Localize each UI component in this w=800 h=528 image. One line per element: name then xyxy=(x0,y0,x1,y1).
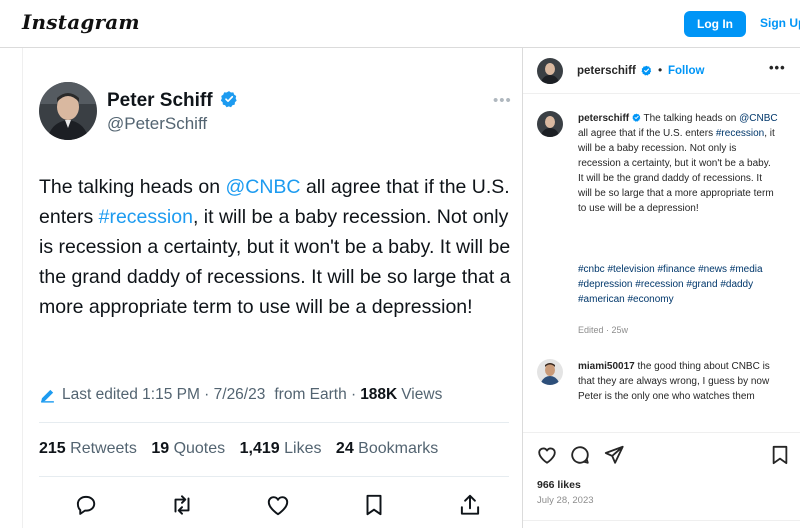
save-icon[interactable] xyxy=(770,444,790,466)
signup-link[interactable]: Sign Up xyxy=(760,16,800,30)
divider xyxy=(39,476,509,477)
comment-fade xyxy=(578,421,788,431)
caption-hashtags[interactable]: #cnbc #television #finance #news #media … xyxy=(578,262,778,307)
post-date: July 28, 2023 xyxy=(537,495,594,506)
edited-timestamp: Last edited 1:15 PM · 7/26/23 xyxy=(62,386,266,403)
tweet-avatar xyxy=(39,82,97,140)
post-media[interactable]: Peter Schiff @PeterSchiff ••• The talkin… xyxy=(22,48,523,528)
tweet-actions xyxy=(73,492,483,520)
tweet-author-name: Peter Schiff xyxy=(107,90,213,111)
bookmarks-count: 24 xyxy=(335,440,354,457)
follow-button[interactable]: Follow xyxy=(668,65,704,77)
caption-username[interactable]: peterschiff xyxy=(578,113,629,124)
post-header: peterschiff • Follow ••• xyxy=(523,48,800,94)
divider xyxy=(523,520,800,521)
views-count: 188K xyxy=(360,386,398,403)
retweets-count: 215 xyxy=(39,440,66,457)
top-bar: Instagram Log In Sign Up xyxy=(0,0,800,48)
login-button[interactable]: Log In xyxy=(684,11,746,37)
separator-dot: • xyxy=(658,63,663,77)
tweet-stats: 215 Retweets 19 Quotes 1,419 Likes 24 Bo… xyxy=(39,440,438,458)
likes-count: 1,419 xyxy=(239,440,280,457)
heart-icon xyxy=(265,492,291,518)
likes-count[interactable]: 966 likes xyxy=(537,479,581,491)
comment-icon[interactable] xyxy=(569,444,591,466)
quotes-count: 19 xyxy=(151,440,170,457)
post-author-avatar[interactable] xyxy=(537,58,563,84)
share-icon xyxy=(457,492,483,518)
tweet-source: from Earth · xyxy=(274,386,357,403)
retweets-label: Retweets xyxy=(70,440,137,457)
retweet-icon xyxy=(169,492,195,518)
comment: miami50017 the good thing about CNBC is … xyxy=(578,359,788,404)
bookmark-icon xyxy=(361,492,387,518)
views-label: Views xyxy=(401,386,443,403)
tweet-author-handle: @PeterSchiff xyxy=(107,114,208,133)
more-options-icon[interactable]: ••• xyxy=(769,60,786,75)
send-icon[interactable] xyxy=(603,444,625,466)
pencil-icon xyxy=(39,387,56,404)
likes-label: Likes xyxy=(284,440,322,457)
tweet-text: The talking heads on @CNBC all agree tha… xyxy=(39,176,511,318)
quotes-label: Quotes xyxy=(173,440,226,457)
commenter-avatar[interactable] xyxy=(537,359,563,385)
edited-label: Edited · 25w xyxy=(578,325,629,335)
post-username[interactable]: peterschiff xyxy=(577,65,636,77)
reply-icon xyxy=(73,492,99,518)
caption-avatar[interactable] xyxy=(537,111,563,137)
divider xyxy=(39,422,509,423)
verified-badge-icon xyxy=(641,65,652,76)
mention-link[interactable]: @CNBC xyxy=(739,113,778,124)
instagram-logo[interactable]: Instagram xyxy=(22,10,140,34)
mention-link: @CNBC xyxy=(225,176,301,198)
tweet-meta: Last edited 1:15 PM · 7/26/23 from Earth… xyxy=(39,386,519,404)
divider xyxy=(523,432,800,433)
hashtag-link[interactable]: #recession xyxy=(716,128,764,139)
verified-badge-icon xyxy=(220,90,238,108)
bookmarks-label: Bookmarks xyxy=(358,440,439,457)
more-options-icon: ••• xyxy=(493,92,512,109)
heart-icon[interactable] xyxy=(536,444,558,466)
verified-badge-icon xyxy=(632,113,641,124)
comment-username[interactable]: miami50017 xyxy=(578,361,635,372)
hashtag-link: #recession xyxy=(98,206,193,228)
post-caption: peterschiff The talking heads on @CNBC a… xyxy=(578,113,778,214)
